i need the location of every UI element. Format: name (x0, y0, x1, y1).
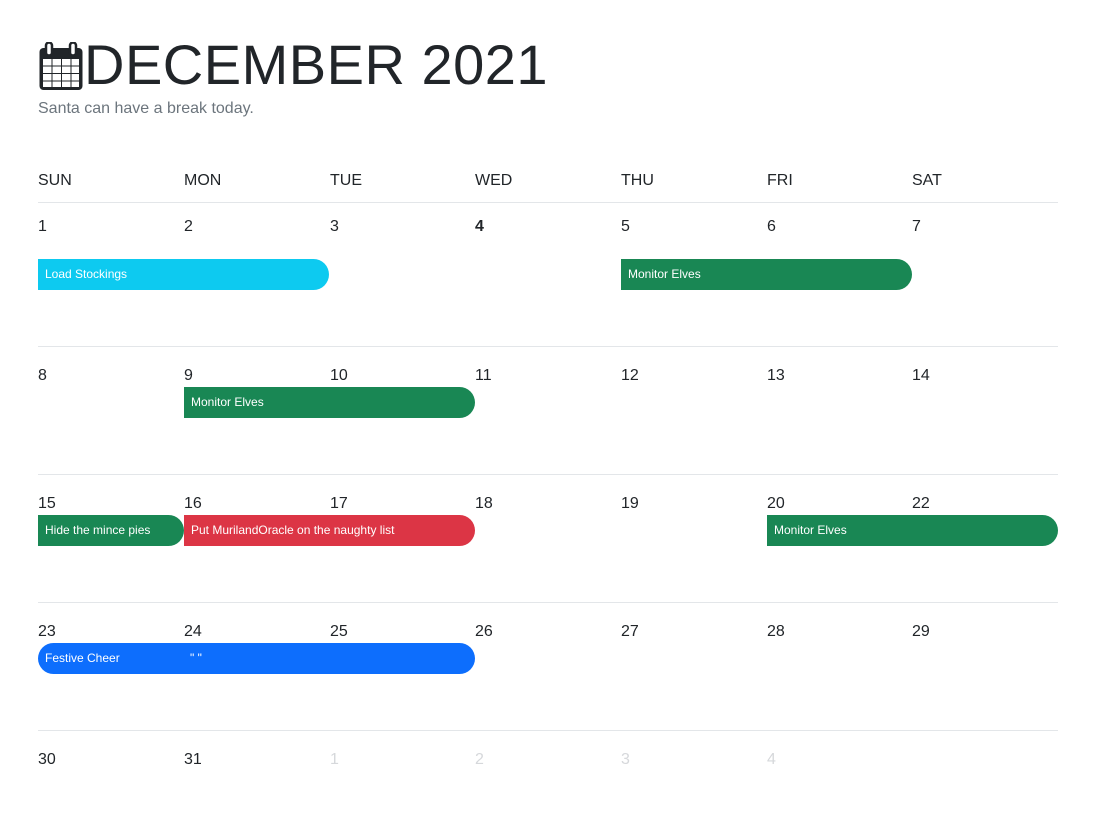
event-hide-mince-pies[interactable]: Hide the mince pies (38, 515, 184, 546)
day-cell[interactable]: 16 (184, 495, 202, 513)
week-row-1: 1 2 3 4 5 6 7 Load Stockings Monitor Elv… (38, 198, 1058, 326)
day-cell[interactable]: 26 (475, 623, 493, 641)
week-row-5: 30 31 1 2 3 4 (38, 730, 1058, 823)
day-cell[interactable]: 7 (912, 218, 921, 236)
day-cell[interactable]: 2 (184, 218, 193, 236)
day-cell[interactable]: 20 (767, 495, 785, 513)
day-cell[interactable]: 8 (38, 367, 47, 385)
day-cell[interactable]: 3 (330, 218, 339, 236)
day-cell[interactable]: 25 (330, 623, 348, 641)
event-festive-cheer[interactable]: Festive Cheer " " (38, 643, 475, 674)
day-cell-next-month[interactable]: 3 (621, 751, 630, 769)
title-row: DECEMBER 2021 (38, 34, 548, 96)
calendar-icon (39, 42, 83, 90)
weekday-tue: TUE (330, 172, 362, 189)
day-cell[interactable]: 28 (767, 623, 785, 641)
day-cell[interactable]: 10 (330, 367, 348, 385)
day-cell[interactable]: 1 (38, 218, 47, 236)
day-cell-next-month[interactable]: 4 (767, 751, 776, 769)
day-cell[interactable]: 5 (621, 218, 630, 236)
day-cell[interactable]: 15 (38, 495, 56, 513)
week-row-3: 15 16 17 18 19 20 22 Hide the mince pies… (38, 474, 1058, 603)
weekday-fri: FRI (767, 172, 793, 189)
day-cell[interactable]: 23 (38, 623, 56, 641)
day-cell[interactable]: 6 (767, 218, 776, 236)
page-subtitle: Santa can have a break today. (38, 100, 254, 117)
weekday-sat: SAT (912, 172, 942, 189)
day-cell[interactable]: 27 (621, 623, 639, 641)
week-row-2: 8 9 10 11 12 13 14 Monitor Elves (38, 346, 1058, 475)
weekday-mon: MON (184, 172, 222, 189)
day-cell[interactable]: 13 (767, 367, 785, 385)
day-cell[interactable]: 29 (912, 623, 930, 641)
day-cell[interactable]: 19 (621, 495, 639, 513)
event-monitor-elves[interactable]: Monitor Elves (184, 387, 475, 418)
weekday-sun: SUN (38, 172, 72, 189)
event-festive-cheer-label: Festive Cheer (45, 651, 120, 665)
day-cell[interactable]: 12 (621, 367, 639, 385)
day-cell[interactable]: 9 (184, 367, 193, 385)
event-monitor-elves[interactable]: Monitor Elves (767, 515, 1058, 546)
day-cell-today[interactable]: 4 (475, 218, 484, 236)
calendar-header: DECEMBER 2021 Santa can have a break tod… (38, 34, 548, 118)
day-cell[interactable]: 31 (184, 751, 202, 769)
day-cell-next-month[interactable]: 1 (330, 751, 339, 769)
day-cell[interactable]: 17 (330, 495, 348, 513)
weekday-thu: THU (621, 172, 654, 189)
weekday-wed: WED (475, 172, 513, 189)
day-cell[interactable]: 30 (38, 751, 56, 769)
day-cell[interactable]: 11 (475, 367, 492, 385)
week-row-4: 23 24 25 26 27 28 29 Festive Cheer " " (38, 602, 1058, 731)
day-cell[interactable]: 22 (912, 495, 930, 513)
event-load-stockings[interactable]: Load Stockings (38, 259, 329, 290)
weekday-header-row: SUN MON TUE WED THU FRI SAT (38, 160, 1058, 203)
day-cell-next-month[interactable]: 2 (475, 751, 484, 769)
page-title: DECEMBER 2021 (84, 33, 549, 96)
event-monitor-elves[interactable]: Monitor Elves (621, 259, 912, 290)
day-cell[interactable]: 24 (184, 623, 202, 641)
day-cell[interactable]: 14 (912, 367, 930, 385)
event-festive-cheer-extra: " " (190, 651, 202, 665)
event-naughty-list[interactable]: Put MurilandOracle on the naughty list (184, 515, 475, 546)
day-cell[interactable]: 18 (475, 495, 493, 513)
